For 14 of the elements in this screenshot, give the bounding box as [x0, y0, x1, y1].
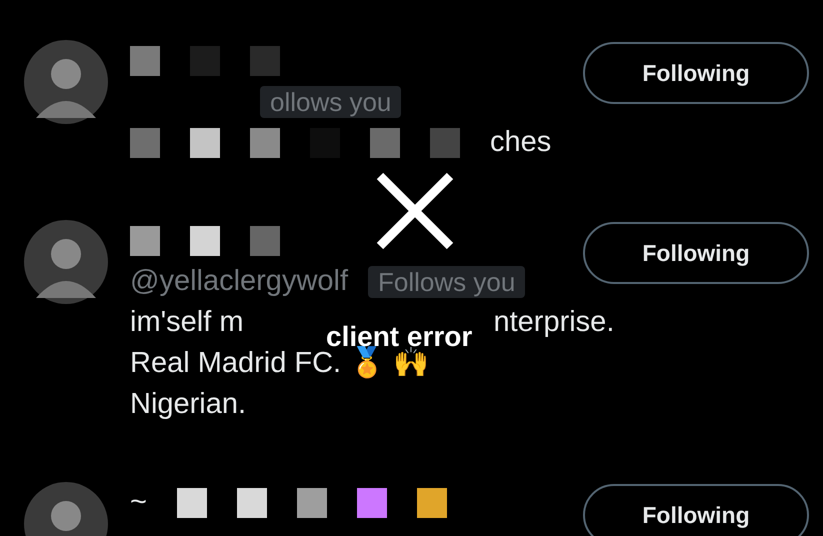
user-name: ~ — [130, 485, 147, 520]
following-button[interactable]: Following — [583, 42, 809, 104]
close-icon — [374, 172, 456, 250]
bio-text: ches — [490, 125, 552, 160]
bio-text: im'self m — [130, 305, 244, 340]
following-button[interactable]: Following — [583, 222, 809, 284]
follows-you-label: Follows you — [368, 266, 526, 298]
following-button[interactable]: Following — [583, 484, 809, 536]
bio-text: nterprise. — [493, 305, 614, 340]
user-handle: @yellaclergywolf — [130, 264, 348, 299]
avatar[interactable] — [24, 220, 108, 304]
follows-you-label: ollows you — [260, 86, 402, 118]
avatar[interactable] — [24, 40, 108, 124]
bio-text: Nigerian. — [130, 387, 246, 422]
